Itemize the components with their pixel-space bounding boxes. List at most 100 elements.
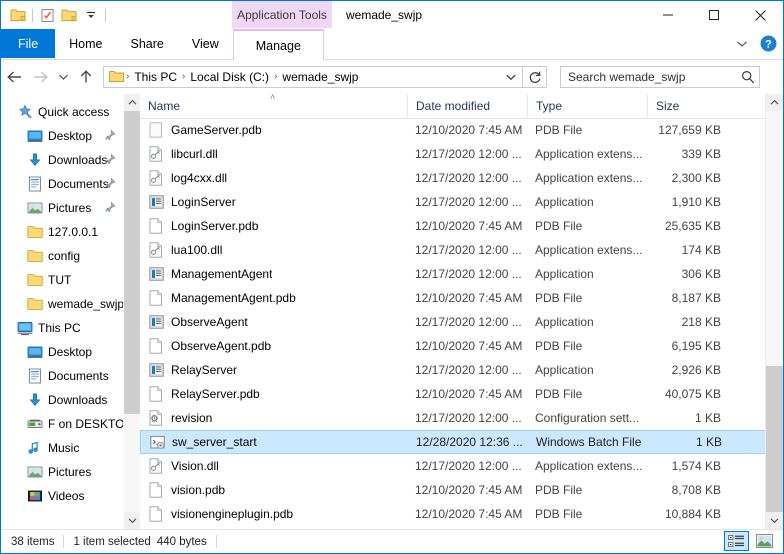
tab-share[interactable]: Share [117, 29, 178, 58]
file-date-cell: 12/17/2020 12:00 ... [415, 195, 522, 209]
sidebar-item-music[interactable]: Music [1, 436, 124, 460]
sidebar-item-downloads[interactable]: Downloads [1, 148, 124, 172]
search-icon[interactable] [741, 70, 755, 84]
navigation-pane-scroll-thumb[interactable] [124, 111, 140, 414]
file-list-scrollbar[interactable] [765, 94, 783, 529]
file-name-label: LoginServer [171, 195, 236, 209]
address-input[interactable]: › This PC › Local Disk (C:) › wemade_swj… [103, 65, 523, 88]
title-bar: Application Tools wemade_swjp [1, 1, 783, 29]
file-date-cell: 12/17/2020 12:00 ... [415, 459, 522, 473]
sidebar-item-desktop[interactable]: Desktop [1, 124, 124, 148]
pin-icon[interactable] [104, 129, 116, 141]
chevron-down-icon[interactable] [731, 33, 753, 55]
file-name-cell: ManagementAgent [140, 266, 407, 282]
folder-icon [27, 296, 43, 312]
column-header-size[interactable]: Size [647, 94, 730, 118]
table-row[interactable]: RelayServer 12/17/2020 12:00 ... Applicati… [140, 358, 766, 382]
sidebar-item-desktop[interactable]: Desktop [1, 340, 124, 364]
this-pc-icon [17, 320, 33, 336]
documents-icon [27, 176, 43, 192]
large-icons-view-button[interactable] [752, 531, 777, 551]
table-row[interactable]: ObserveAgent.pdb 12/10/2020 7:45 AM PDB Fi… [140, 334, 766, 358]
tab-file[interactable]: File [1, 29, 56, 58]
file-name-cell: Vision.dll [140, 458, 407, 474]
table-row[interactable]: log4cxx.dll 12/17/2020 12:00 ... Applicati… [140, 166, 766, 190]
sidebar-item-downloads[interactable]: Downloads [1, 388, 124, 412]
sidebar-item-f-on-desktop-b[interactable]: F on DESKTOP-B [1, 412, 124, 436]
file-date-cell: 12/17/2020 12:00 ... [415, 315, 522, 329]
tab-home[interactable]: Home [55, 29, 116, 58]
file-type-cell: Application [535, 195, 594, 209]
file-size-cell: 1 KB [694, 411, 721, 425]
table-row[interactable]: sw_server_start 12/28/2020 12:36 ... Windo… [140, 430, 766, 454]
pin-icon[interactable] [104, 201, 116, 213]
table-row[interactable]: ManagementAgent 12/17/2020 12:00 ... Appli… [140, 262, 766, 286]
properties-folder-icon[interactable] [7, 4, 29, 26]
file-type-cell: PDB File [535, 387, 583, 401]
tab-manage[interactable]: Manage [232, 29, 324, 60]
maximize-button[interactable] [691, 1, 737, 29]
sidebar-item-label: Music [48, 441, 80, 455]
table-row[interactable]: Vision.dll 12/17/2020 12:00 ... Applicatio… [140, 454, 766, 478]
navigation-pane-scrollbar[interactable] [123, 94, 140, 529]
table-row[interactable]: LoginServer.pdb 12/10/2020 7:45 AM PDB Fil… [140, 214, 766, 238]
column-header-date-modified[interactable]: Date modified [407, 94, 527, 118]
table-row[interactable]: LoginServer 12/17/2020 12:00 ... Applicati… [140, 190, 766, 214]
sidebar-item-videos[interactable]: Videos [1, 484, 124, 508]
sidebar-item-documents[interactable]: Documents [1, 172, 124, 196]
breadcrumb-item-wemade-swjp[interactable]: wemade_swjp [278, 70, 362, 84]
pin-icon[interactable] [104, 153, 116, 165]
pin-icon[interactable] [104, 177, 116, 189]
application-icon [148, 362, 164, 378]
scroll-down-icon[interactable] [766, 512, 783, 529]
details-view-button[interactable] [724, 531, 749, 551]
navigation-pane: Quick access Desktop Downloads Documents Pic… [1, 94, 140, 529]
table-row[interactable]: libcurl.dll 12/17/2020 12:00 ... Applicati… [140, 142, 766, 166]
file-list-scroll-thumb[interactable] [766, 366, 783, 519]
recent-locations-button[interactable] [53, 62, 73, 92]
file-name-label: log4cxx.dll [171, 171, 228, 185]
generic-file-icon [148, 290, 164, 306]
sidebar-item-127-0-0-1[interactable]: 127.0.0.1 [1, 220, 124, 244]
refresh-button[interactable] [523, 65, 547, 88]
tab-view[interactable]: View [178, 29, 233, 58]
breadcrumb-item-local-disk[interactable]: Local Disk (C:) [186, 70, 273, 84]
table-row[interactable]: ObserveAgent 12/17/2020 12:00 ... Applicat… [140, 310, 766, 334]
sidebar-item-this-pc[interactable]: This PC [1, 316, 124, 340]
breadcrumb-item-this-pc[interactable]: This PC [130, 70, 181, 84]
sidebar-item-pictures[interactable]: Pictures [1, 196, 124, 220]
column-header-type[interactable]: Type [527, 94, 647, 118]
sidebar-item-wemade-swjp[interactable]: wemade_swjp [1, 292, 124, 316]
sidebar-item-documents[interactable]: Documents [1, 364, 124, 388]
customize-folder-icon[interactable] [58, 4, 80, 26]
sidebar-item-quick-access[interactable]: Quick access [1, 100, 124, 124]
search-input[interactable]: Search wemade_swjp [560, 65, 760, 88]
table-row[interactable]: lua100.dll 12/17/2020 12:00 ... Applicatio… [140, 238, 766, 262]
up-button[interactable] [73, 62, 99, 92]
table-row[interactable]: visionengineplugin.pdb 12/10/2020 7:45 AM… [140, 502, 766, 526]
videos-icon [27, 488, 43, 504]
minimize-button[interactable] [645, 1, 691, 29]
folder-icon[interactable] [107, 68, 125, 86]
sidebar-item-tut[interactable]: TUT [1, 268, 124, 292]
close-button[interactable] [737, 1, 783, 29]
file-name-cell: RelayServer.pdb [140, 386, 407, 402]
chevron-down-icon[interactable] [500, 67, 522, 87]
table-row[interactable]: GameServer.pdb 12/10/2020 7:45 AM PDB File… [140, 118, 766, 142]
new-folder-icon[interactable] [36, 4, 58, 26]
scroll-up-icon[interactable] [124, 94, 140, 111]
contextual-tab-application-tools[interactable]: Application Tools [232, 1, 332, 28]
column-header-name[interactable]: Name ˄ [140, 94, 407, 118]
scroll-up-icon[interactable] [766, 94, 783, 111]
sidebar-item-config[interactable]: config [1, 244, 124, 268]
table-row[interactable]: vision.pdb 12/10/2020 7:45 AM PDB File 8,70… [140, 478, 766, 502]
sidebar-item-pictures[interactable]: Pictures [1, 460, 124, 484]
help-icon[interactable]: ? [757, 33, 779, 55]
back-button[interactable] [1, 62, 27, 92]
customize-dropdown-icon[interactable] [80, 4, 102, 26]
table-row[interactable]: ManagementAgent.pdb 12/10/2020 7:45 AM PDB… [140, 286, 766, 310]
scroll-down-icon[interactable] [124, 512, 140, 529]
table-row[interactable]: revision 12/17/2020 12:00 ... Configuratio… [140, 406, 766, 430]
table-row[interactable]: RelayServer.pdb 12/10/2020 7:45 AM PDB Fil… [140, 382, 766, 406]
forward-button[interactable] [27, 62, 53, 92]
